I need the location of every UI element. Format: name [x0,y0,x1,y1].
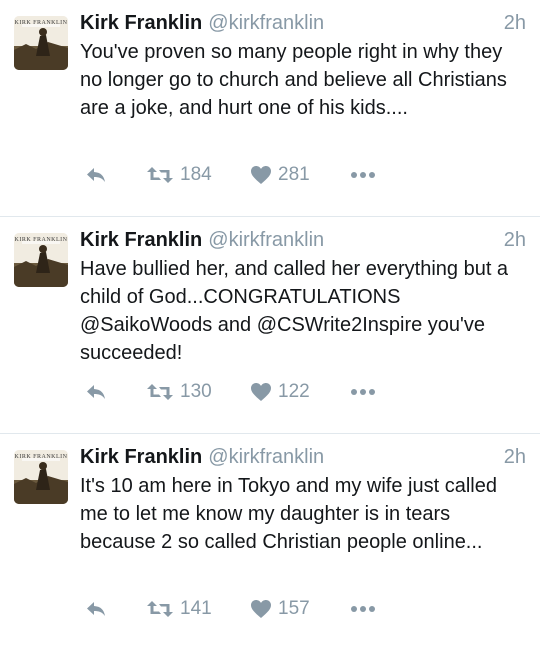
reply-button[interactable] [84,160,108,190]
heart-icon [251,383,271,401]
tweet-content: Kirk Franklin @kirkfranklin 2h It's 10 am… [80,442,526,556]
tweet-text: You've proven so many people right in wh… [80,41,507,119]
like-button[interactable]: 157 [250,594,310,624]
retweet-button[interactable]: 184 [146,160,212,190]
reply-button[interactable] [84,594,108,624]
tweet-timestamp[interactable]: 2h [504,225,526,255]
more-button[interactable] [350,594,376,624]
like-button[interactable]: 122 [250,377,310,407]
tweet-header: Kirk Franklin @kirkfranklin 2h [80,442,526,472]
author-handle[interactable]: @kirkfranklin [208,12,324,34]
reply-icon [87,602,105,616]
tweet-timestamp[interactable]: 2h [504,442,526,472]
author-name[interactable]: Kirk Franklin [80,12,202,34]
reply-button[interactable] [84,377,108,407]
author-handle[interactable]: @kirkfranklin [208,229,324,251]
tweet-header: Kirk Franklin @kirkfranklin 2h [80,8,526,38]
like-count: 122 [278,381,310,402]
retweet-count: 130 [180,381,212,402]
tweet[interactable]: KIRK FRANKLIN Kirk Franklin @kirkfranklin… [0,0,540,217]
author-name[interactable]: Kirk Franklin [80,446,202,468]
tweet-text: Have bullied her, and called her everyth… [80,258,509,364]
tweet-text: It's 10 am here in Tokyo and my wife jus… [80,475,497,553]
more-icon [351,606,375,612]
heart-icon [251,166,271,184]
album-cover-caption: KIRK FRANKLIN [14,454,68,460]
avatar[interactable]: KIRK FRANKLIN [14,450,68,504]
retweet-icon [147,167,173,183]
author-name[interactable]: Kirk Franklin [80,229,202,251]
tweet-content: Kirk Franklin @kirkfranklin 2h You've pro… [80,8,526,122]
retweet-count: 184 [180,164,212,185]
more-button[interactable] [350,377,376,407]
album-cover-caption: KIRK FRANKLIN [14,237,68,243]
more-button[interactable] [350,160,376,190]
tweet-timestamp[interactable]: 2h [504,8,526,38]
retweet-count: 141 [180,598,212,619]
more-icon [351,389,375,395]
tweet-content: Kirk Franklin @kirkfranklin 2h Have bulli… [80,225,526,367]
author-handle[interactable]: @kirkfranklin [208,446,324,468]
reply-icon [87,385,105,399]
retweet-icon [147,384,173,400]
more-icon [351,172,375,178]
tweet-feed: KIRK FRANKLIN Kirk Franklin @kirkfranklin… [0,0,540,651]
like-button[interactable]: 281 [250,160,310,190]
retweet-button[interactable]: 130 [146,377,212,407]
retweet-button[interactable]: 141 [146,594,212,624]
heart-icon [251,600,271,618]
like-count: 157 [278,598,310,619]
tweet-actions: 184 281 [80,160,380,190]
tweet[interactable]: KIRK FRANKLIN Kirk Franklin @kirkfranklin… [0,434,540,651]
avatar[interactable]: KIRK FRANKLIN [14,233,68,287]
album-cover-caption: KIRK FRANKLIN [14,20,68,26]
reply-icon [87,168,105,182]
tweet-actions: 130 122 [80,377,380,407]
tweet-header: Kirk Franklin @kirkfranklin 2h [80,225,526,255]
tweet[interactable]: KIRK FRANKLIN Kirk Franklin @kirkfranklin… [0,217,540,434]
tweet-actions: 141 157 [80,594,380,624]
like-count: 281 [278,164,310,185]
avatar[interactable]: KIRK FRANKLIN [14,16,68,70]
retweet-icon [147,601,173,617]
